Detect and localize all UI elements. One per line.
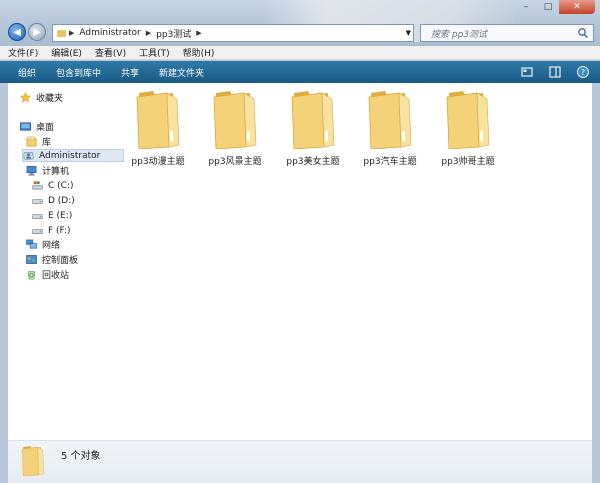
folder-item[interactable]: pp3汽车主题 (355, 87, 425, 167)
menu-help[interactable]: 帮助(H) (183, 46, 215, 59)
breadcrumb-separator-icon[interactable]: ▶ (69, 29, 74, 37)
minimize-button[interactable]: – (515, 0, 537, 14)
view-options-icon[interactable] (520, 65, 534, 79)
breadcrumb-separator-icon[interactable]: ▶ (196, 29, 201, 37)
menu-tools[interactable]: 工具(T) (139, 46, 170, 59)
folder-icon (446, 91, 490, 149)
sidebar-item-label: 回收站 (42, 271, 70, 281)
folder-icon (291, 91, 335, 149)
breadcrumb-administrator[interactable]: Administrator (77, 28, 142, 38)
window-controls: – □ ✕ (515, 0, 595, 14)
address-bar[interactable]: ▶ Administrator ▶ pp3测试 ▶ ▼ (52, 24, 414, 42)
menu-bar: 文件(F) 编辑(E) 查看(V) 工具(T) 帮助(H) (0, 46, 600, 60)
sidebar-item-label: 控制面板 (42, 256, 79, 266)
command-bar: 组织 包含到库中 共享 新建文件夹 ? (0, 61, 600, 83)
folder-item[interactable]: pp3帅哥主题 (433, 87, 503, 167)
breadcrumb-separator-icon[interactable]: ▶ (146, 29, 151, 37)
navigation-pane: 收藏夹 桌面 库 Administrator 计算机 C (C:) D (D:)… (8, 83, 124, 440)
maximize-button[interactable]: □ (537, 0, 559, 14)
sidebar-item-favorites[interactable]: 收藏夹 (20, 91, 63, 104)
breadcrumb-current-folder[interactable]: pp3测试 (154, 27, 193, 40)
include-in-library-button[interactable]: 包含到库中 (56, 66, 101, 79)
sidebar-item-drive-c[interactable]: C (C:) (32, 179, 73, 192)
sidebar-item-computer[interactable]: 计算机 (26, 164, 69, 177)
drive-c-icon (32, 181, 43, 190)
recycle-bin-icon (27, 271, 36, 280)
folder-label: pp3动漫主题 (131, 157, 185, 167)
menu-view[interactable]: 查看(V) (95, 46, 126, 59)
drive-icon (32, 199, 43, 204)
folder-item[interactable]: pp3美女主题 (278, 87, 348, 167)
sidebar-item-label: 收藏夹 (36, 94, 64, 104)
folder-label: pp3帅哥主题 (441, 157, 495, 167)
details-pane: 5 个对象 (8, 440, 592, 483)
search-icon[interactable] (577, 27, 589, 39)
sidebar-item-control-panel[interactable]: 控制面板 (26, 253, 78, 266)
sidebar-item-label: D (D:) (48, 195, 75, 206)
sidebar-item-network[interactable]: 网络 (26, 238, 60, 251)
drive-icon (32, 229, 43, 234)
new-folder-button[interactable]: 新建文件夹 (159, 66, 204, 79)
sidebar-item-label: 计算机 (42, 167, 70, 177)
search-input[interactable]: 搜索 pp3测试 (420, 24, 594, 42)
close-button[interactable]: ✕ (559, 0, 595, 14)
search-placeholder: 搜索 pp3测试 (431, 29, 488, 40)
folder-icon (368, 91, 412, 149)
folder-icon (57, 29, 66, 37)
drive-icon (32, 214, 43, 219)
organize-button[interactable]: 组织 (18, 66, 36, 79)
folder-label: pp3美女主题 (286, 157, 340, 167)
sidebar-item-label: 桌面 (36, 123, 55, 133)
item-count: 5 个对象 (61, 451, 101, 462)
arrow-right-icon: ▶ (33, 26, 41, 38)
library-icon (26, 136, 37, 147)
star-icon (20, 92, 31, 103)
user-icon (23, 152, 34, 160)
share-button[interactable]: 共享 (121, 66, 139, 79)
svg-text:?: ? (581, 68, 585, 77)
sidebar-item-recycle-bin[interactable]: 回收站 (26, 268, 69, 281)
sidebar-item-label: Administrator (39, 150, 101, 161)
sidebar-item-drive-e[interactable]: E (E:) (32, 209, 72, 222)
history-dropdown-icon[interactable]: ▼ (406, 29, 411, 37)
sidebar-item-label: 网络 (42, 241, 61, 251)
sidebar-item-drive-d[interactable]: D (D:) (32, 194, 75, 207)
computer-icon (26, 166, 37, 176)
control-panel-icon (26, 255, 37, 264)
folder-item[interactable]: pp3动漫主题 (123, 87, 193, 167)
back-button[interactable]: ◀ (8, 23, 26, 41)
sidebar-item-library[interactable]: 库 (26, 135, 51, 148)
folder-icon (213, 91, 257, 149)
sidebar-item-label: C (C:) (48, 180, 74, 191)
preview-pane-icon[interactable] (548, 65, 562, 79)
sidebar-item-label: 库 (42, 138, 52, 148)
sidebar-item-administrator[interactable]: Administrator (22, 149, 124, 162)
sidebar-item-desktop[interactable]: 桌面 (20, 120, 54, 133)
folder-label: pp3风景主题 (208, 157, 262, 167)
folder-label: pp3汽车主题 (363, 157, 417, 167)
arrow-left-icon: ◀ (13, 26, 21, 38)
folder-icon (21, 446, 44, 476)
folder-icon (136, 91, 180, 149)
sidebar-item-label: E (E:) (48, 210, 73, 221)
menu-file[interactable]: 文件(F) (8, 46, 38, 59)
menu-edit[interactable]: 编辑(E) (51, 46, 82, 59)
forward-button[interactable]: ▶ (28, 23, 46, 41)
help-icon[interactable]: ? (576, 65, 590, 79)
sidebar-item-label: F (F:) (48, 225, 71, 236)
sidebar-item-drive-f[interactable]: F (F:) (32, 224, 71, 237)
network-icon (26, 239, 37, 249)
folder-item[interactable]: pp3风景主题 (200, 87, 270, 167)
desktop-icon (20, 122, 31, 131)
